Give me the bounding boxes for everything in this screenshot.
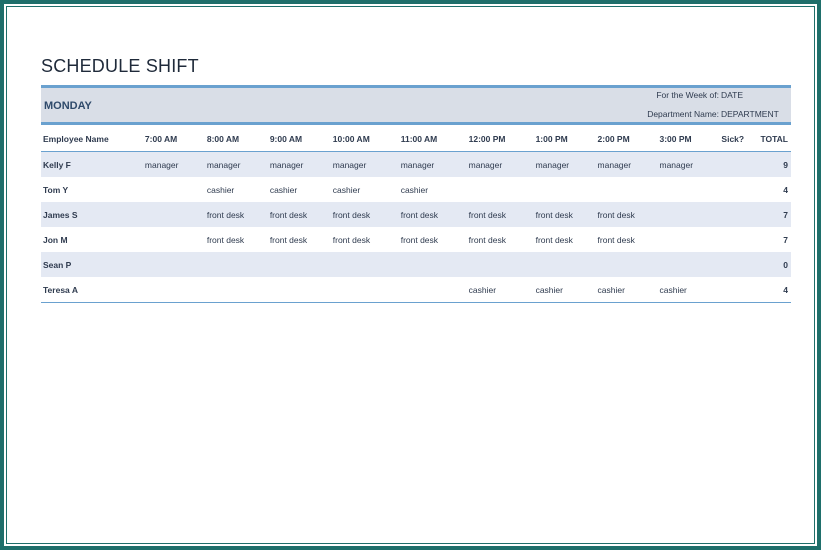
shift-cell[interactable]: manager	[398, 151, 467, 177]
shift-cell[interactable]	[267, 277, 331, 303]
sick-cell[interactable]	[719, 252, 759, 277]
shift-cell[interactable]	[143, 227, 205, 252]
employee-name[interactable]: Sean P	[41, 252, 143, 277]
shift-cell[interactable]	[533, 252, 596, 277]
employee-name[interactable]: Teresa A	[41, 277, 143, 303]
shift-cell[interactable]	[398, 277, 467, 303]
table-row: Teresa A cashier cashier cashier cashier…	[41, 277, 791, 303]
week-label: For the Week of:	[656, 90, 719, 100]
column-header: 7:00 AM	[142, 126, 205, 152]
total-cell: 7	[783, 234, 788, 245]
shift-cell[interactable]	[142, 252, 205, 277]
shift-cell[interactable]: cashier	[399, 177, 467, 202]
shift-cell[interactable]	[657, 227, 719, 252]
shift-cell[interactable]	[466, 252, 534, 277]
shift-cell[interactable]: front desk	[331, 227, 399, 252]
day-band: MONDAY For the Week of: DATE Department …	[41, 85, 791, 125]
shift-cell[interactable]	[267, 252, 331, 277]
shift-cell[interactable]: front desk	[596, 227, 658, 252]
column-header: 2:00 PM	[595, 126, 658, 152]
shift-cell[interactable]: cashier	[331, 177, 399, 202]
shift-cell[interactable]	[330, 252, 399, 277]
shift-cell[interactable]	[330, 277, 399, 303]
shift-cell[interactable]: cashier	[205, 177, 268, 202]
sick-cell[interactable]	[719, 227, 758, 252]
column-header: Sick?	[719, 126, 759, 152]
shift-cell[interactable]: manager	[466, 151, 534, 177]
shift-cell[interactable]	[142, 202, 205, 227]
shift-cell[interactable]: front desk	[267, 202, 331, 227]
shift-cell[interactable]	[595, 252, 658, 277]
shift-cell[interactable]: manager	[657, 151, 720, 177]
employee-name[interactable]: Kelly F	[41, 151, 143, 177]
shift-cell[interactable]: front desk	[268, 227, 331, 252]
page-title: SCHEDULE SHIFT	[41, 56, 199, 76]
table-row: James S front desk front desk front desk…	[41, 202, 791, 227]
shift-cell[interactable]: manager	[204, 151, 268, 177]
shift-cell[interactable]: manager	[142, 151, 205, 177]
shift-cell[interactable]	[657, 177, 719, 202]
sick-cell[interactable]	[719, 177, 758, 202]
schedule-table: Employee Name 7:00 AM 8:00 AM 9:00 AM 10…	[41, 126, 791, 303]
shift-cell[interactable]: cashier	[533, 277, 596, 303]
shift-cell[interactable]	[534, 177, 596, 202]
shift-cell[interactable]	[204, 277, 268, 303]
department-label: Department Name:	[647, 109, 719, 119]
column-header: 9:00 AM	[267, 126, 331, 152]
shift-cell[interactable]	[204, 252, 268, 277]
shift-cell[interactable]: front desk	[533, 202, 596, 227]
shift-cell[interactable]: manager	[330, 151, 399, 177]
shift-cell[interactable]: front desk	[330, 202, 399, 227]
shift-cell[interactable]: front desk	[466, 202, 534, 227]
shift-cell[interactable]: cashier	[595, 277, 658, 303]
employee-name[interactable]: Jon M	[41, 227, 143, 252]
shift-cell[interactable]	[143, 177, 205, 202]
column-header: 3:00 PM	[657, 126, 720, 152]
employee-name[interactable]: Tom Y	[41, 177, 143, 202]
column-header: 8:00 AM	[204, 126, 268, 152]
shift-cell[interactable]: front desk	[467, 227, 534, 252]
shift-cell[interactable]: manager	[267, 151, 331, 177]
shift-cell[interactable]: manager	[533, 151, 596, 177]
day-label: MONDAY	[44, 100, 92, 112]
shift-cell[interactable]	[142, 277, 205, 303]
total-cell: 9	[758, 151, 791, 177]
total-cell: 4	[783, 184, 788, 195]
shift-cell[interactable]: cashier	[268, 177, 331, 202]
shift-cell[interactable]: front desk	[399, 227, 467, 252]
shift-cell[interactable]	[596, 177, 658, 202]
shift-cell[interactable]: front desk	[595, 202, 658, 227]
shift-cell[interactable]: cashier	[657, 277, 720, 303]
shift-cell[interactable]	[657, 252, 720, 277]
sick-cell[interactable]	[719, 151, 759, 177]
sick-cell[interactable]	[719, 202, 759, 227]
header-row: Employee Name 7:00 AM 8:00 AM 9:00 AM 10…	[41, 126, 791, 152]
shift-cell[interactable]: manager	[595, 151, 658, 177]
week-value[interactable]: DATE	[721, 90, 743, 100]
table-row: Sean P 0	[41, 252, 791, 277]
shift-cell[interactable]: front desk	[398, 202, 467, 227]
shift-cell[interactable]: front desk	[204, 202, 268, 227]
table-row: Tom Y cashier cashier cashier cashier 4	[41, 177, 791, 202]
column-header: 12:00 PM	[466, 126, 534, 152]
shift-cell[interactable]	[467, 177, 534, 202]
total-cell: 7	[758, 202, 791, 227]
column-header: TOTAL	[758, 126, 791, 152]
column-header: 11:00 AM	[398, 126, 467, 152]
shift-cell[interactable]: front desk	[534, 227, 596, 252]
total-cell: 0	[758, 252, 791, 277]
shift-cell[interactable]: cashier	[466, 277, 534, 303]
shift-cell[interactable]	[657, 202, 720, 227]
column-header: 1:00 PM	[533, 126, 596, 152]
column-header: Employee Name	[41, 126, 143, 152]
shift-cell[interactable]: front desk	[205, 227, 268, 252]
total-cell: 4	[758, 277, 791, 303]
department-value[interactable]: DEPARTMENT	[721, 109, 779, 119]
sick-cell[interactable]	[719, 277, 759, 303]
employee-name[interactable]: James S	[41, 202, 143, 227]
column-header: 10:00 AM	[330, 126, 399, 152]
table-row: Jon M front desk front desk front desk f…	[41, 227, 791, 252]
shift-cell[interactable]	[398, 252, 467, 277]
table-row: Kelly F manager manager manager manager …	[41, 151, 791, 177]
